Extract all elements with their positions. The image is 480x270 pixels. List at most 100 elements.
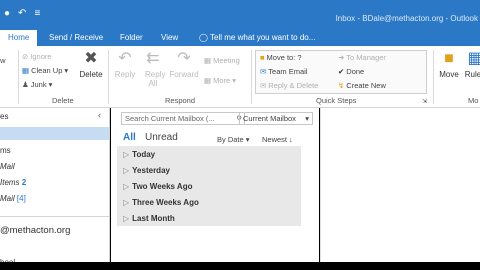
sort-by-label: By Date <box>217 135 244 144</box>
chevron-down-icon: ▾ <box>245 135 250 144</box>
chevron-down-icon: ▾ <box>305 114 309 123</box>
forward-label: Forward <box>169 70 199 79</box>
team-email-icon: ✉ <box>260 67 267 76</box>
reply-label: Reply <box>114 70 136 79</box>
quick-steps-gallery: ■ Move to: ? ✉ Team Email ✉ Reply & Dele… <box>255 50 427 94</box>
divider <box>0 216 109 217</box>
junk-button[interactable]: ♟ Junk ▾ <box>22 80 52 89</box>
group-header[interactable]: ▷ Two Weeks Ago <box>123 182 192 191</box>
rules-icon: ▦ <box>467 50 480 67</box>
tell-me-search[interactable]: ◯ Tell me what you want to do... <box>196 32 318 44</box>
delete-group-label: Delete <box>52 96 74 105</box>
reading-pane <box>320 108 480 270</box>
rules-label: Rules <box>464 70 480 79</box>
forward-icon: ↷ <box>177 50 191 67</box>
lightbulb-icon: ◯ <box>199 33 208 42</box>
quick-steps-group-label: Quick Steps <box>316 96 357 105</box>
forward-arrow-icon: ➜ <box>338 53 345 62</box>
folder-label: Mail <box>0 162 15 171</box>
search-scope-select[interactable]: Current Mailbox ▾ <box>239 112 313 125</box>
checkmark-icon: ✔ <box>338 67 345 76</box>
folder-mail[interactable]: Mail <box>0 162 15 171</box>
group-label: Last Month <box>132 214 175 223</box>
message-list-pane: Search Current Mailbox (... ⚲ Current Ma… <box>111 108 319 270</box>
folder-items-2[interactable]: Items 2 <box>0 178 26 187</box>
group-label: Today <box>132 150 156 159</box>
folder-pane: es ‹ ms Mail Items 2 Mail [4] @methacton… <box>0 108 110 270</box>
new-items-label: ew <box>0 56 6 65</box>
collapse-pane-icon[interactable]: ‹ <box>98 110 101 120</box>
quick-step-done[interactable]: ✔ Done <box>338 67 364 76</box>
expand-triangle-icon: ▷ <box>123 166 130 175</box>
group-header[interactable]: ▷ Last Month <box>123 214 175 223</box>
tab-folder[interactable]: Folder <box>117 32 146 44</box>
customize-qat-icon[interactable]: ≡ <box>34 8 40 19</box>
delete-label: Delete <box>79 70 103 79</box>
folder-items[interactable]: ms <box>0 146 11 155</box>
quick-step-team-email[interactable]: ✉ Team Email <box>260 67 307 76</box>
move-button[interactable]: ■ Move <box>436 50 462 79</box>
search-scope-label: Current Mailbox <box>243 114 296 123</box>
reply-all-button[interactable]: ⇇ Reply All <box>140 50 166 88</box>
tab-view[interactable]: View <box>158 32 181 44</box>
folder-icon: ■ <box>260 53 265 62</box>
group-header[interactable]: ▷ Three Weeks Ago <box>123 198 199 207</box>
meeting-label: Meeting <box>213 56 240 65</box>
search-placeholder: Search Current Mailbox (... <box>125 114 215 123</box>
quick-access-toolbar: ● ↶ ≡ <box>4 8 40 19</box>
new-items-button[interactable]: ew <box>0 56 6 65</box>
rules-button[interactable]: ▦ Rules <box>462 50 480 79</box>
folder-label: Mail <box>0 194 15 203</box>
group-header[interactable]: ▷ Today <box>123 150 155 159</box>
sort-by-button[interactable]: By Date ▾ <box>217 135 249 144</box>
expand-triangle-icon: ▷ <box>123 214 130 223</box>
unread-count: 2 <box>21 178 27 187</box>
quick-steps-dialog-launcher[interactable]: ⇲ <box>422 98 427 105</box>
filter-all[interactable]: All <box>123 132 136 143</box>
tab-home[interactable]: Home <box>0 30 38 46</box>
junk-label: Junk <box>30 80 47 89</box>
dialog-launcher-icon: ⇲ <box>422 99 428 105</box>
account-label: @methacton.org <box>0 225 71 236</box>
junk-icon: ♟ <box>22 80 29 89</box>
window-title: Inbox - BDale@methacton.org - Outlook <box>335 14 478 23</box>
quick-step-move-to[interactable]: ■ Move to: ? <box>260 53 302 62</box>
expand-triangle-icon: ▷ <box>123 182 130 191</box>
respond-group-label: Respond <box>165 96 196 105</box>
chevron-down-icon: ▾ <box>64 66 69 75</box>
quick-step-label: To Manager <box>346 53 386 62</box>
folder-inbox-selected[interactable] <box>0 127 109 140</box>
undo-icon[interactable]: ↶ <box>18 8 26 19</box>
chevron-down-icon: ▾ <box>48 80 53 89</box>
favorites-header[interactable]: es <box>0 112 8 121</box>
quick-step-create-new[interactable]: ↯ Create New <box>338 81 386 90</box>
reply-button[interactable]: ↶ Reply <box>112 50 138 79</box>
meeting-button[interactable]: ▦ Meeting <box>204 56 240 65</box>
delete-button[interactable]: ✖ Delete <box>78 50 104 79</box>
quick-step-label: Create New <box>346 81 386 90</box>
filter-unread[interactable]: Unread <box>145 132 178 143</box>
ignore-button[interactable]: ⊘ Ignore <box>22 52 52 61</box>
more-label: More <box>213 76 231 85</box>
ignore-label: Ignore <box>30 52 52 61</box>
title-bar: ● ↶ ≡ Inbox - BDale@methacton.org - Outl… <box>0 0 480 30</box>
delete-x-icon: ✖ <box>84 50 98 67</box>
quick-step-reply-delete[interactable]: ✉ Reply & Delete <box>260 81 318 90</box>
bottom-letterbox <box>0 262 480 270</box>
tab-send-receive[interactable]: Send / Receive <box>46 32 106 44</box>
reply-delete-icon: ✉ <box>260 81 267 90</box>
group-header[interactable]: ▷ Yesterday <box>123 166 170 175</box>
sort-order-label: Newest <box>262 135 288 144</box>
search-input[interactable]: Search Current Mailbox (... ⚲ <box>121 112 245 125</box>
folder-mail-2[interactable]: Mail [4] <box>0 194 26 203</box>
account-header[interactable]: @methacton.org <box>0 225 70 236</box>
quick-step-label: Reply & Delete <box>268 81 319 90</box>
sort-order-button[interactable]: Newest ↓ <box>262 135 293 144</box>
quick-step-label: Done <box>346 67 365 76</box>
move-label: Move <box>439 70 459 79</box>
forward-button[interactable]: ↷ Forward <box>168 50 200 79</box>
more-respond-button[interactable]: ▦ More ▾ <box>204 76 236 85</box>
quick-step-to-manager[interactable]: ➜ To Manager <box>338 53 386 62</box>
ignore-icon: ⊘ <box>22 52 29 61</box>
clean-up-button[interactable]: ▦ Clean Up ▾ <box>22 66 68 75</box>
